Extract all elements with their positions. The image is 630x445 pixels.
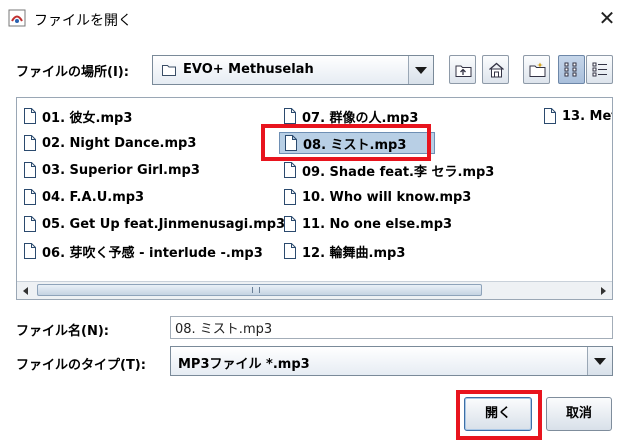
java-app-icon [8,9,26,27]
file-item[interactable]: 10. Who will know.mp3 [279,186,471,208]
cancel-button[interactable]: 取消 [546,397,612,431]
file-type-value: MP3ファイル *.mp3 [178,357,310,372]
file-icon [284,189,296,205]
look-in-value: EVO+ Methuselah [183,62,314,77]
file-icon [24,189,36,205]
details-view-icon [592,62,607,77]
file-icon [284,162,296,178]
open-button[interactable]: 開く [464,397,532,431]
close-button[interactable]: ✕ [592,4,622,32]
file-item-label: 10. Who will know.mp3 [302,189,472,205]
chevron-down-icon [594,358,606,365]
file-list[interactable]: 01. 彼女.mp3 02. Night Dance.mp3 03. Superio… [16,97,613,300]
file-item-label: 08. ミスト.mp3 [303,137,407,153]
file-icon [284,108,296,124]
file-icon [24,216,36,232]
file-icon [285,135,297,151]
up-folder-button[interactable] [449,55,476,84]
file-item[interactable]: 11. No one else.mp3 [279,213,452,235]
scroll-right-icon[interactable] [601,287,606,295]
folder-icon [162,65,176,76]
file-item[interactable]: 04. F.A.U.mp3 [19,186,144,208]
file-type-label: ファイルのタイプ(T): [16,358,146,373]
new-folder-button[interactable] [523,55,550,84]
grip-icon [252,287,260,293]
file-name-input[interactable] [170,316,613,339]
file-item-label: 03. Superior Girl.mp3 [42,162,200,178]
file-item-label: 02. Night Dance.mp3 [42,135,197,151]
look-in-arrow-button[interactable] [408,56,433,84]
list-view-button[interactable] [558,55,585,84]
home-icon [489,62,504,78]
new-folder-icon [529,62,546,77]
file-icon [24,135,36,151]
file-type-dropdown[interactable]: MP3ファイル *.mp3 [170,346,613,376]
file-item[interactable]: 12. 輪舞曲.mp3 [279,240,405,262]
window-title: ファイルを開く [34,13,132,29]
look-in-dropdown[interactable]: EVO+ Methuselah [152,55,434,85]
file-item-label: 09. Shade feat.李 セラ.mp3 [302,164,495,180]
file-item-label: 07. 群像の人.mp3 [302,110,419,126]
file-item[interactable]: 03. Superior Girl.mp3 [19,159,200,181]
file-item-label: 01. 彼女.mp3 [42,110,133,126]
file-item-label: 04. F.A.U.mp3 [42,189,145,205]
file-item[interactable]: 02. Night Dance.mp3 [19,132,196,154]
title-bar: ファイルを開く ✕ [0,0,630,36]
file-item-label: 11. No one else.mp3 [302,216,453,232]
look-in-label: ファイルの場所(I): [16,65,129,80]
file-icon [24,243,36,259]
file-type-arrow-button[interactable] [587,347,612,375]
file-item[interactable]: 07. 群像の人.mp3 [279,105,418,127]
horizontal-scrollbar[interactable] [17,281,612,299]
file-item[interactable]: 01. 彼女.mp3 [19,105,132,127]
file-icon [24,108,36,124]
file-item-label: 06. 芽吹く予感 - interlude -.mp3 [42,245,263,261]
scrollbar-thumb[interactable] [37,284,482,296]
file-name-label: ファイル名(N): [16,324,109,339]
file-item[interactable]: 09. Shade feat.李 セラ.mp3 [279,159,494,181]
file-item[interactable]: 08. ミスト.mp3 [279,132,435,154]
list-view-icon [564,62,577,77]
file-item[interactable]: 06. 芽吹く予感 - interlude -.mp3 [19,240,263,262]
file-icon [284,243,296,259]
file-icon [284,216,296,232]
scroll-left-icon[interactable] [23,287,28,295]
home-button[interactable] [482,55,509,84]
file-item[interactable]: 05. Get Up feat.Jinmenusagi.mp3 [19,213,285,235]
file-icon [544,108,556,124]
file-item-label: 12. 輪舞曲.mp3 [302,245,406,261]
file-item[interactable]: 13. Met [539,105,613,127]
file-item-label: 05. Get Up feat.Jinmenusagi.mp3 [42,216,286,232]
file-icon [24,162,36,178]
file-item-label: 13. Met [562,108,613,124]
chevron-down-icon [415,67,427,74]
details-view-button[interactable] [586,55,613,84]
up-folder-icon [455,65,472,77]
